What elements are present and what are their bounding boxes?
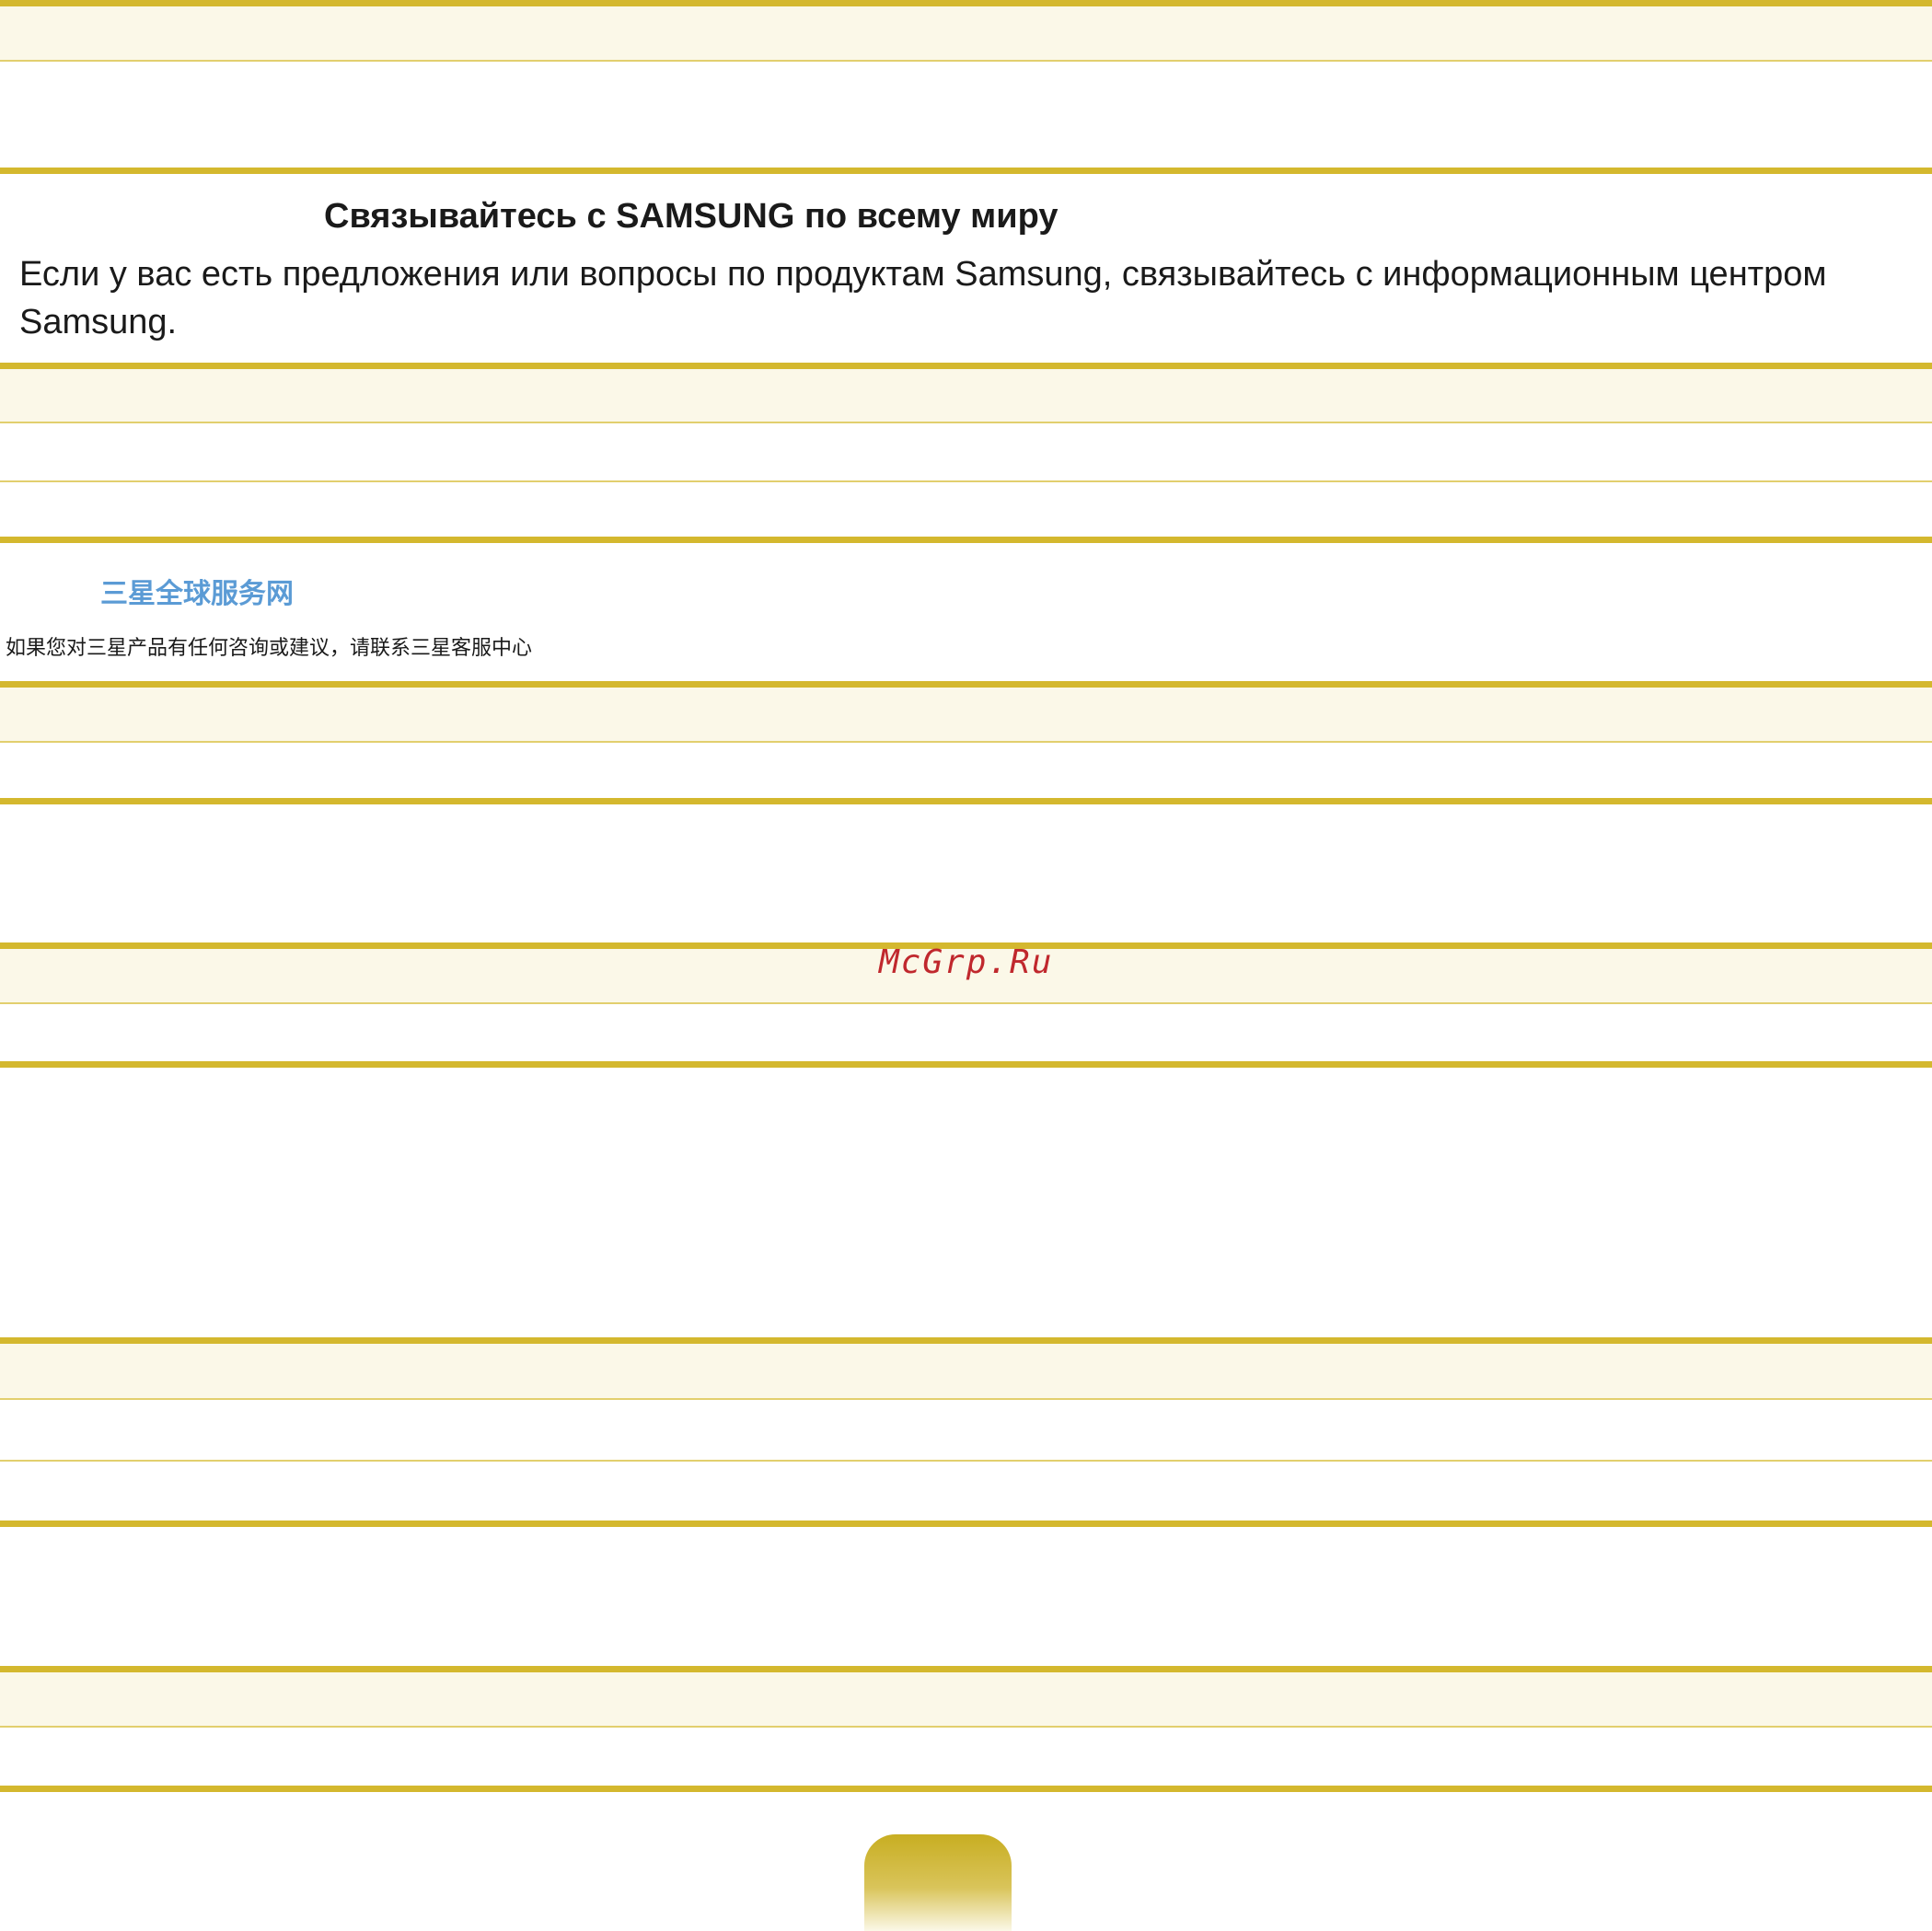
table-rule bbox=[0, 798, 1932, 804]
table-rule bbox=[0, 537, 1932, 543]
section-heading: Связывайтесь с SAMSUNG по всему миру bbox=[324, 197, 1059, 236]
table-rule bbox=[0, 1786, 1932, 1792]
table-band bbox=[0, 1344, 1932, 1399]
table-rule bbox=[0, 363, 1932, 369]
table-rule bbox=[0, 741, 1932, 743]
cn-title: 三星全球服务网 bbox=[100, 579, 294, 609]
table-rule bbox=[0, 1337, 1932, 1344]
table-rule bbox=[0, 60, 1932, 62]
page-number-tab bbox=[864, 1834, 1012, 1931]
section-body: Если у вас есть предложения или вопросы … bbox=[19, 255, 1827, 341]
table-rule bbox=[0, 1002, 1932, 1004]
table-rule bbox=[0, 480, 1932, 482]
table-band bbox=[0, 6, 1932, 61]
table-rule bbox=[0, 422, 1932, 423]
table-rule bbox=[0, 1521, 1932, 1527]
table-rule bbox=[0, 681, 1932, 688]
table-band bbox=[0, 369, 1932, 422]
table-rule bbox=[0, 0, 1932, 6]
table-rule bbox=[0, 1726, 1932, 1728]
table-band bbox=[0, 1672, 1932, 1727]
table-rule bbox=[0, 1061, 1932, 1068]
table-rule bbox=[0, 1398, 1932, 1400]
watermark-text: McGrp.Ru bbox=[879, 943, 1054, 981]
table-band bbox=[0, 688, 1932, 742]
table-rule bbox=[0, 168, 1932, 174]
table-rule bbox=[0, 1666, 1932, 1672]
table-rule bbox=[0, 1460, 1932, 1462]
cn-body: 如果您对三星产品有任何咨询或建议，请联系三星客服中心 bbox=[6, 636, 533, 659]
